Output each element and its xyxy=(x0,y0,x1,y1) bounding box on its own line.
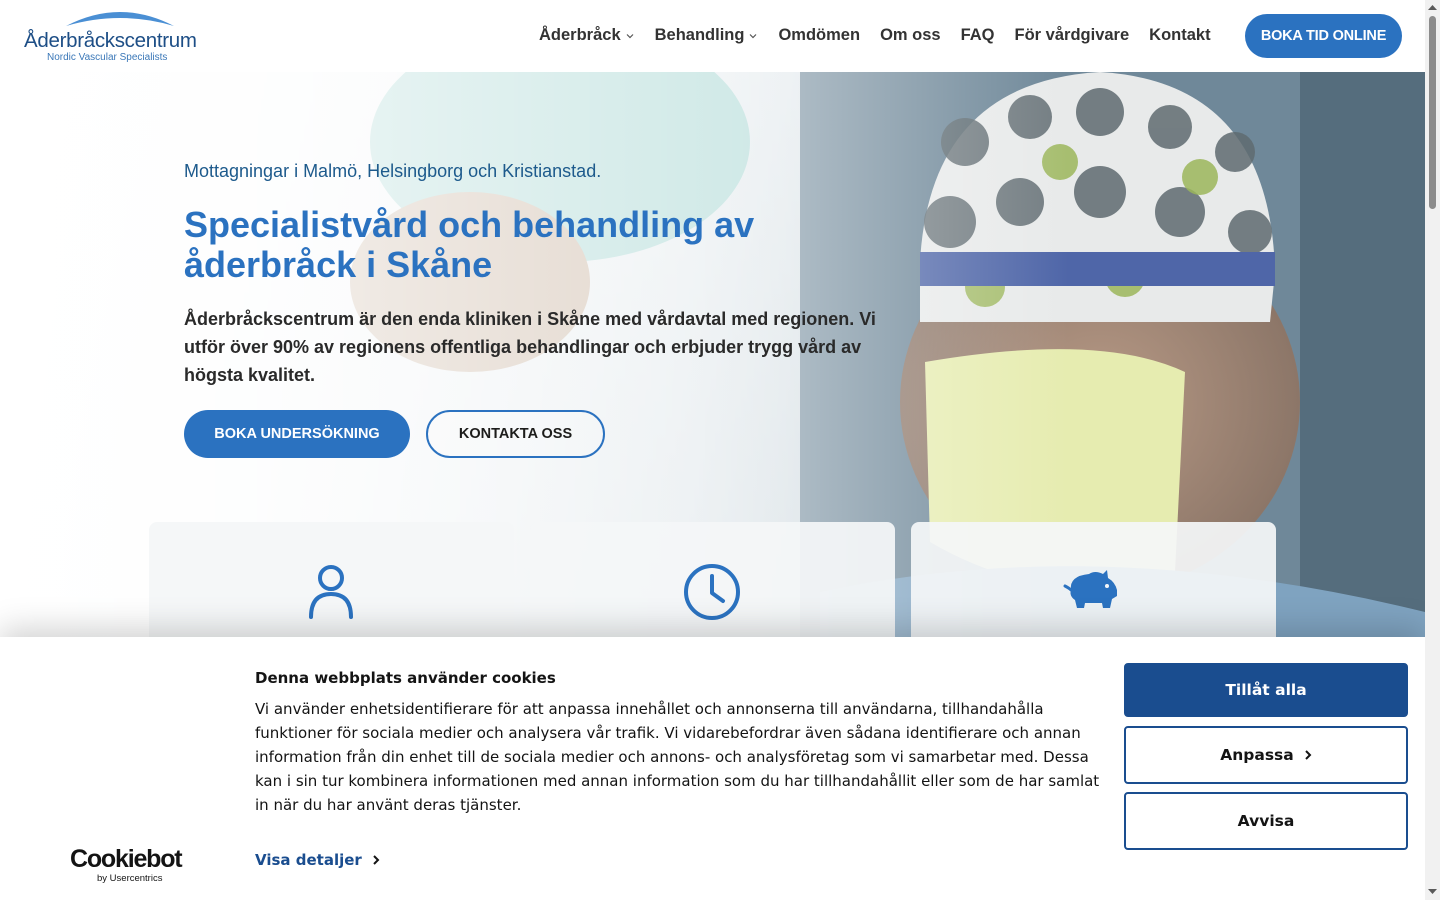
nav-label: Behandling xyxy=(654,26,745,44)
cookie-title: Denna webbplats använder cookies xyxy=(255,669,556,687)
chevron-down-icon xyxy=(750,33,757,38)
scrollbar-thumb[interactable] xyxy=(1429,16,1436,209)
cookie-banner: Cookiebot by Usercentrics Denna webbplat… xyxy=(0,637,1425,900)
show-details-label: Visa detaljer xyxy=(255,851,362,869)
chevron-down-icon xyxy=(626,33,634,38)
logo-subtitle: Nordic Vascular Specialists xyxy=(47,52,168,63)
nav-item-behandling[interactable]: Behandling xyxy=(655,26,759,45)
nav-item-for-vardgivare[interactable]: För vårdgivare xyxy=(1015,26,1130,45)
show-details-link[interactable]: Visa detaljer xyxy=(255,851,380,869)
deny-button[interactable]: Avvisa xyxy=(1124,792,1408,850)
nav-item-kontakt[interactable]: Kontakt xyxy=(1149,26,1210,45)
nav-label: Omdömen xyxy=(778,26,861,44)
cookiebot-brand: Cookiebot xyxy=(70,845,183,873)
piggy-bank-icon xyxy=(1063,570,1117,608)
site-header: Åderbråckscentrum Nordic Vascular Specia… xyxy=(0,0,1425,72)
nav-label: FAQ xyxy=(960,26,995,44)
nav-label: Åderbråck xyxy=(539,26,621,44)
hero-subtitle: Mottagningar i Malmö, Helsingborg och Kr… xyxy=(184,161,602,181)
nav-label: För vårdgivare xyxy=(1014,26,1130,44)
book-examination-button[interactable]: BOKA UNDERSÖKNING xyxy=(184,410,410,458)
main-nav: Åderbråck Behandling Omdömen Om oss FAQ … xyxy=(539,26,1211,45)
nav-item-omdomen[interactable]: Omdömen xyxy=(778,26,860,45)
logo-arc-icon xyxy=(66,12,174,26)
nav-label: Kontakt xyxy=(1149,26,1211,44)
customize-label: Anpassa xyxy=(1220,746,1294,764)
chevron-right-icon xyxy=(373,855,380,865)
nav-item-om-oss[interactable]: Om oss xyxy=(880,26,941,45)
site-logo[interactable]: Åderbråckscentrum Nordic Vascular Specia… xyxy=(24,8,197,66)
contact-us-button[interactable]: KONTAKTA OSS xyxy=(426,410,605,458)
customize-button[interactable]: Anpassa xyxy=(1124,726,1408,784)
hero-title: Specialistvård och behandling av åderbrå… xyxy=(184,204,755,285)
chevron-right-icon xyxy=(1305,750,1312,760)
cookiebot-brand-sub: by Usercentrics xyxy=(97,873,163,884)
nav-label: Om oss xyxy=(880,26,941,44)
nav-item-aderbrack[interactable]: Åderbråck xyxy=(539,26,635,45)
nav-item-faq[interactable]: FAQ xyxy=(961,26,995,45)
book-online-button[interactable]: BOKA TID ONLINE xyxy=(1245,14,1402,58)
scroll-up-icon[interactable] xyxy=(1428,4,1437,11)
page-scrollbar[interactable] xyxy=(1425,0,1440,900)
cookie-text: Vi använder enhetsidentifierare för att … xyxy=(255,700,1100,814)
clock-icon xyxy=(684,564,740,620)
allow-all-button[interactable]: Tillåt alla xyxy=(1124,663,1408,717)
person-icon xyxy=(309,565,353,619)
hero-body: Åderbråckscentrum är den enda kliniken i… xyxy=(184,309,876,385)
cookiebot-logo: Cookiebot by Usercentrics xyxy=(70,845,183,885)
scroll-down-icon[interactable] xyxy=(1428,888,1437,895)
logo-title: Åderbråckscentrum xyxy=(24,29,197,52)
